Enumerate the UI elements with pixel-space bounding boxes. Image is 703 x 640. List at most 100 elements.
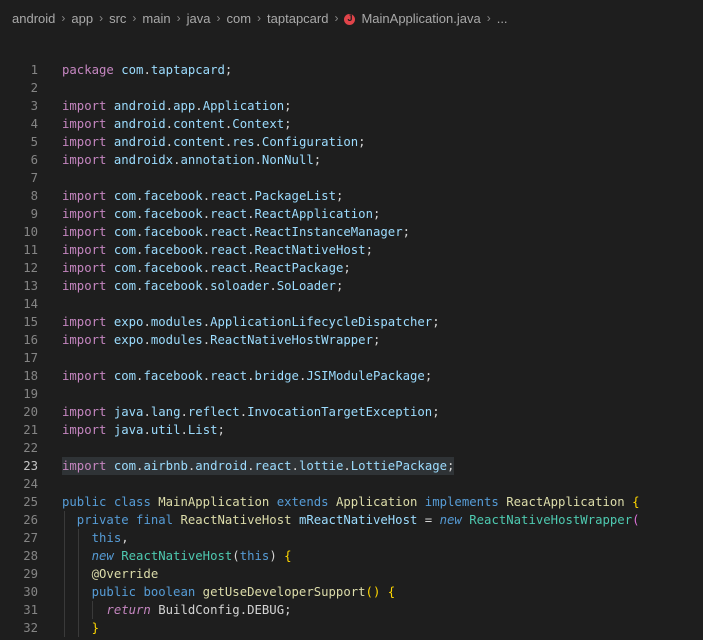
code-line[interactable]: 21 import java.util.List;: [0, 421, 703, 439]
code-line[interactable]: 30 public boolean getUseDeveloperSupport…: [0, 583, 703, 601]
code-token: final: [136, 513, 181, 527]
code-token: facebook: [143, 279, 203, 293]
breadcrumb-item-java[interactable]: java: [187, 11, 211, 26]
code-line[interactable]: 22: [0, 439, 703, 457]
code-line[interactable]: 20 import java.lang.reflect.InvocationTar…: [0, 403, 703, 421]
code-token: }: [62, 621, 100, 635]
code-line[interactable]: 14: [0, 295, 703, 313]
code-token: annotation: [180, 153, 255, 167]
code-line[interactable]: 6 import androidx.annotation.NonNull;: [0, 151, 703, 169]
code-token: android: [113, 99, 166, 113]
code-text: import android.content.Context;: [62, 115, 292, 133]
code-token: java: [113, 405, 144, 419]
code-line[interactable]: 5 import android.content.res.Configuratio…: [0, 133, 703, 151]
code-line[interactable]: 10 import com.facebook.react.ReactInstanc…: [0, 223, 703, 241]
code-line[interactable]: 15 import expo.modules.ApplicationLifecyc…: [0, 313, 703, 331]
code-text: package com.taptapcard;: [62, 61, 232, 79]
breadcrumb-item-app[interactable]: app: [71, 11, 93, 26]
code-line[interactable]: 2: [0, 79, 703, 97]
code-text: import expo.modules.ReactNativeHostWrapp…: [62, 331, 380, 349]
line-number: 22: [23, 441, 38, 455]
code-token: import: [62, 243, 114, 257]
code-token: com: [113, 369, 137, 383]
code-token: content: [173, 135, 225, 149]
code-token: .: [202, 243, 211, 257]
code-token: (: [232, 549, 240, 563]
code-text: this,: [62, 529, 129, 547]
line-number: 9: [30, 207, 38, 221]
code-line[interactable]: 26 private final ReactNativeHost mReactN…: [0, 511, 703, 529]
code-token: content: [173, 117, 225, 131]
code-token: class: [113, 495, 159, 509]
breadcrumb-item-taptapcard[interactable]: taptapcard: [267, 11, 328, 26]
code-token: .: [180, 405, 188, 419]
code-token: .: [165, 99, 174, 113]
line-number: 25: [23, 495, 38, 509]
code-token: react: [210, 225, 248, 239]
code-line[interactable]: 18 import com.facebook.react.bridge.JSIMo…: [0, 367, 703, 385]
code-token: ;: [402, 225, 411, 239]
code-token: react: [254, 459, 292, 473]
code-token: {: [632, 495, 640, 509]
code-line[interactable]: 17: [0, 349, 703, 367]
code-token: .: [254, 153, 262, 167]
code-token: DEBUG: [247, 603, 285, 617]
code-token: ReactNativeHost: [180, 513, 299, 527]
code-token: .: [239, 405, 248, 419]
code-text: import java.util.List;: [62, 421, 225, 439]
code-text: private final ReactNativeHost mReactNati…: [62, 511, 640, 529]
code-token: .: [247, 189, 255, 203]
code-token: .: [165, 117, 174, 131]
code-text: import com.facebook.react.ReactApplicati…: [62, 205, 380, 223]
breadcrumb-more[interactable]: ...: [497, 11, 508, 26]
code-token: ReactNativeHostWrapper: [210, 333, 373, 347]
code-line[interactable]: 8 import com.facebook.react.PackageList;: [0, 187, 703, 205]
code-text: import android.app.Application;: [62, 97, 292, 115]
code-token: lottie: [298, 459, 344, 473]
breadcrumb-item-com[interactable]: com: [226, 11, 251, 26]
code-line[interactable]: 32 }: [0, 619, 703, 637]
code-line[interactable]: 23 import com.airbnb.android.react.lottie…: [0, 457, 703, 475]
code-line[interactable]: 7: [0, 169, 703, 187]
code-line[interactable]: 29 @Override: [0, 565, 703, 583]
code-token: Application: [202, 99, 285, 113]
code-token: .: [202, 189, 211, 203]
code-token: new: [439, 513, 470, 527]
code-line[interactable]: 19: [0, 385, 703, 403]
code-token: .: [143, 315, 151, 329]
code-token: ;: [313, 153, 322, 167]
code-token: react: [210, 261, 248, 275]
code-text: import java.lang.reflect.InvocationTarge…: [62, 403, 440, 421]
code-token: import: [62, 135, 114, 149]
code-line[interactable]: 13 import com.facebook.soloader.SoLoader;: [0, 277, 703, 295]
code-token: import: [62, 423, 114, 437]
line-number: 11: [23, 243, 38, 257]
code-line[interactable]: 24: [0, 475, 703, 493]
code-line[interactable]: 27 this,: [0, 529, 703, 547]
line-number: 6: [30, 153, 38, 167]
code-line[interactable]: 16 import expo.modules.ReactNativeHostWra…: [0, 331, 703, 349]
code-line[interactable]: 1 package com.taptapcard;: [0, 61, 703, 79]
code-line[interactable]: 31 return BuildConfig.DEBUG;: [0, 601, 703, 619]
code-line[interactable]: 4 import android.content.Context;: [0, 115, 703, 133]
breadcrumb-item-android[interactable]: android: [12, 11, 55, 26]
code-line[interactable]: 12 import com.facebook.react.ReactPackage…: [0, 259, 703, 277]
line-number: 17: [23, 351, 38, 365]
code-text: import expo.modules.ApplicationLifecycle…: [62, 313, 440, 331]
breadcrumb-item-main[interactable]: main: [142, 11, 170, 26]
code-line[interactable]: 9 import com.facebook.react.ReactApplicat…: [0, 205, 703, 223]
code-token: .: [202, 207, 211, 221]
code-token: android: [195, 459, 248, 473]
code-token: ;: [432, 405, 440, 419]
breadcrumb-item-file[interactable]: MainApplication.java: [361, 11, 480, 26]
code-line[interactable]: 3 import android.app.Application;: [0, 97, 703, 115]
code-line[interactable]: 25 public class MainApplication extends A…: [0, 493, 703, 511]
code-editor[interactable]: 1 package com.taptapcard; 2 3 import android…: [0, 61, 703, 637]
code-line[interactable]: 11 import com.facebook.react.ReactNativeH…: [0, 241, 703, 259]
code-line[interactable]: 28 new ReactNativeHost(this) {: [0, 547, 703, 565]
breadcrumb-item-src[interactable]: src: [109, 11, 126, 26]
code-token: .: [202, 279, 211, 293]
chevron-right-icon: ›: [176, 11, 181, 25]
code-token: ;: [424, 369, 433, 383]
code-token: ReactApplication: [254, 207, 373, 221]
